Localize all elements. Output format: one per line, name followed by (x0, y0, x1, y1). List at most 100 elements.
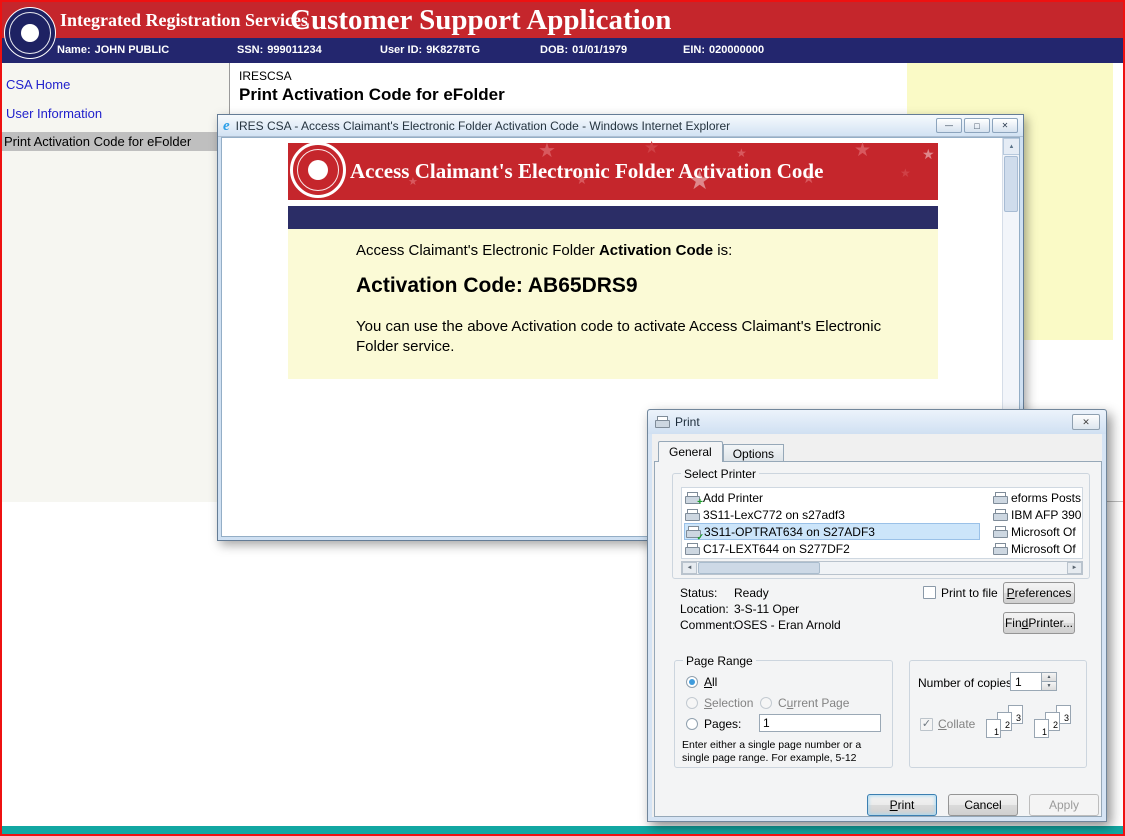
hscroll-thumb[interactable] (698, 562, 820, 574)
popup-titlebar[interactable]: e IRES CSA - Access Claimant's Electroni… (218, 115, 1023, 137)
printer-row-microsoft-1[interactable]: Microsoft Of (992, 523, 1083, 540)
printer-name: Add Printer (703, 491, 763, 505)
page-range-current-page-radio[interactable] (760, 697, 772, 709)
page-range-all-label[interactable]: All (704, 675, 717, 689)
activation-code-intro: Access Claimant's Electronic Folder Acti… (356, 242, 732, 259)
user-ssn-field: SSN:999011234 (237, 44, 322, 56)
spin-up-icon: ▲ (1047, 675, 1052, 680)
printer-icon (684, 543, 699, 555)
internet-explorer-icon: e (223, 119, 230, 133)
spin-down-button[interactable]: ▼ (1042, 682, 1057, 691)
scroll-left-icon: ◄ (687, 565, 693, 571)
printer-row-microsoft-2[interactable]: Microsoft Of (992, 540, 1083, 557)
printer-name: C17-LEXT644 on S277DF2 (703, 542, 850, 556)
banner-stripe (288, 206, 938, 229)
printer-name: IBM AFP 390( (1011, 508, 1083, 522)
page-bottom-strip (2, 826, 1123, 834)
printer-name: eforms Posts (1011, 491, 1081, 505)
minimize-icon: — (945, 122, 953, 130)
page-range-all-radio[interactable] (686, 676, 698, 688)
copies-spinner: ▲ ▼ (1010, 672, 1057, 691)
location-label: Location: (680, 602, 729, 616)
print-dialog-body: General Options Select Printer + Add Pri… (652, 434, 1102, 817)
sidebar-item-print-activation-code[interactable]: Print Activation Code for eFolder (2, 132, 229, 151)
location-value: 3-S-11 Oper (734, 602, 799, 616)
close-button[interactable]: ✕ (1072, 414, 1100, 430)
comment-label: Comment: (680, 618, 735, 632)
page-range-selection-radio[interactable] (686, 697, 698, 709)
spin-down-icon: ▼ (1047, 684, 1052, 689)
print-to-file-checkbox[interactable] (923, 586, 936, 599)
sidebar-item-csa-home[interactable]: CSA Home (6, 77, 70, 92)
print-dialog-titlebar[interactable]: Print ✕ (648, 410, 1106, 434)
sidebar-item-user-information[interactable]: User Information (6, 106, 102, 121)
tab-options[interactable]: Options (723, 444, 784, 462)
print-button[interactable]: Print (867, 794, 937, 816)
scroll-up-button[interactable]: ▲ (1003, 138, 1020, 155)
dialog-tabs: General Options (658, 441, 784, 462)
printer-name: Microsoft Of (1011, 542, 1076, 556)
plus-badge-icon: + (697, 498, 703, 508)
close-icon: ✕ (1082, 418, 1090, 427)
printer-row-add-printer[interactable]: + Add Printer (684, 489, 980, 506)
printer-row-ibm-afp[interactable]: IBM AFP 390( (992, 506, 1083, 523)
collate-label[interactable]: Collate (938, 717, 975, 731)
printer-icon (992, 543, 1007, 555)
cancel-button[interactable]: Cancel (948, 794, 1018, 816)
printer-row-eforms[interactable]: eforms Posts (992, 489, 1083, 506)
printer-row-optrat634-selected[interactable]: ✓ 3S11-OPTRAT634 on S27ADF3 (684, 523, 980, 540)
activation-code-panel: Access Claimant's Electronic Folder Acti… (288, 229, 938, 379)
popup-window-title: IRES CSA - Access Claimant's Electronic … (236, 119, 730, 133)
spinner-buttons: ▲ ▼ (1042, 672, 1057, 691)
page-range-current-page-label[interactable]: Current Page (778, 696, 849, 710)
general-tab-panel: Select Printer + Add Printer 3S11-LexC77… (654, 461, 1102, 817)
window-controls: — □ ✕ (936, 118, 1018, 133)
printer-row-lexc772[interactable]: 3S11-LexC772 on s27adf3 (684, 506, 980, 523)
printer-icon (992, 509, 1007, 521)
printer-name: 3S11-OPTRAT634 on S27ADF3 (704, 525, 875, 539)
banner-title: Access Claimant's Electronic Folder Acti… (350, 143, 823, 200)
page-range-group: Page Range All Selection Current Page Pa… (674, 660, 893, 768)
tab-general[interactable]: General (658, 441, 723, 462)
maximize-button[interactable]: □ (964, 118, 990, 133)
user-dob-field: DOB:01/01/1979 (540, 44, 627, 56)
printer-list-hscrollbar[interactable]: ◄ ► (681, 561, 1083, 575)
status-label: Status: (680, 586, 717, 600)
page-range-selection-label[interactable]: Selection (704, 696, 753, 710)
vscroll-thumb[interactable] (1004, 156, 1018, 212)
page-range-group-label: Page Range (683, 654, 756, 668)
check-badge-icon: ✓ (696, 533, 704, 542)
spin-up-button[interactable]: ▲ (1042, 672, 1057, 682)
find-printer-button[interactable]: Find Printer... (1003, 612, 1075, 634)
close-button[interactable]: ✕ (992, 118, 1018, 133)
minimize-button[interactable]: — (936, 118, 962, 133)
star-icon: ★ (900, 167, 911, 179)
printer-icon (654, 416, 669, 428)
printer-row-lext644[interactable]: C17-LEXT644 on S277DF2 (684, 540, 980, 557)
status-value: Ready (734, 586, 769, 600)
page-range-pages-label[interactable]: Pages: (704, 717, 741, 731)
copies-input[interactable] (1010, 672, 1042, 691)
scroll-left-button[interactable]: ◄ (682, 562, 697, 574)
sidebar-nav: CSA Home User Information Print Activati… (2, 63, 230, 502)
number-of-copies-label: Number of copies: (918, 676, 1015, 690)
collate-pages-icon: 3 2 1 (1034, 705, 1080, 745)
pages-input[interactable] (759, 714, 881, 732)
page-range-hint: Enter either a single page number or a s… (682, 739, 890, 765)
print-dialog-window: Print ✕ General Options Select Printer +… (647, 409, 1107, 822)
comment-value: OSES - Eran Arnold (734, 618, 841, 632)
app-header: Integrated Registration Services Custome… (2, 2, 1123, 38)
printer-icon (992, 526, 1007, 538)
app-title: Customer Support Application (290, 2, 671, 39)
star-icon: ★ (922, 147, 935, 161)
scroll-right-button[interactable]: ► (1067, 562, 1082, 574)
page-title: Print Activation Code for eFolder (239, 85, 505, 105)
collate-checkbox[interactable]: ✓ (920, 718, 933, 731)
print-to-file-label[interactable]: Print to file (941, 586, 998, 600)
printer-icon (684, 509, 699, 521)
breadcrumb: IRESCSA (239, 69, 292, 83)
preferences-button[interactable]: Preferences (1003, 582, 1075, 604)
page-range-pages-radio[interactable] (686, 718, 698, 730)
copies-group: Number of copies: ▲ ▼ ✓ Collate 3 2 1 (909, 660, 1087, 768)
apply-button[interactable]: Apply (1029, 794, 1099, 816)
